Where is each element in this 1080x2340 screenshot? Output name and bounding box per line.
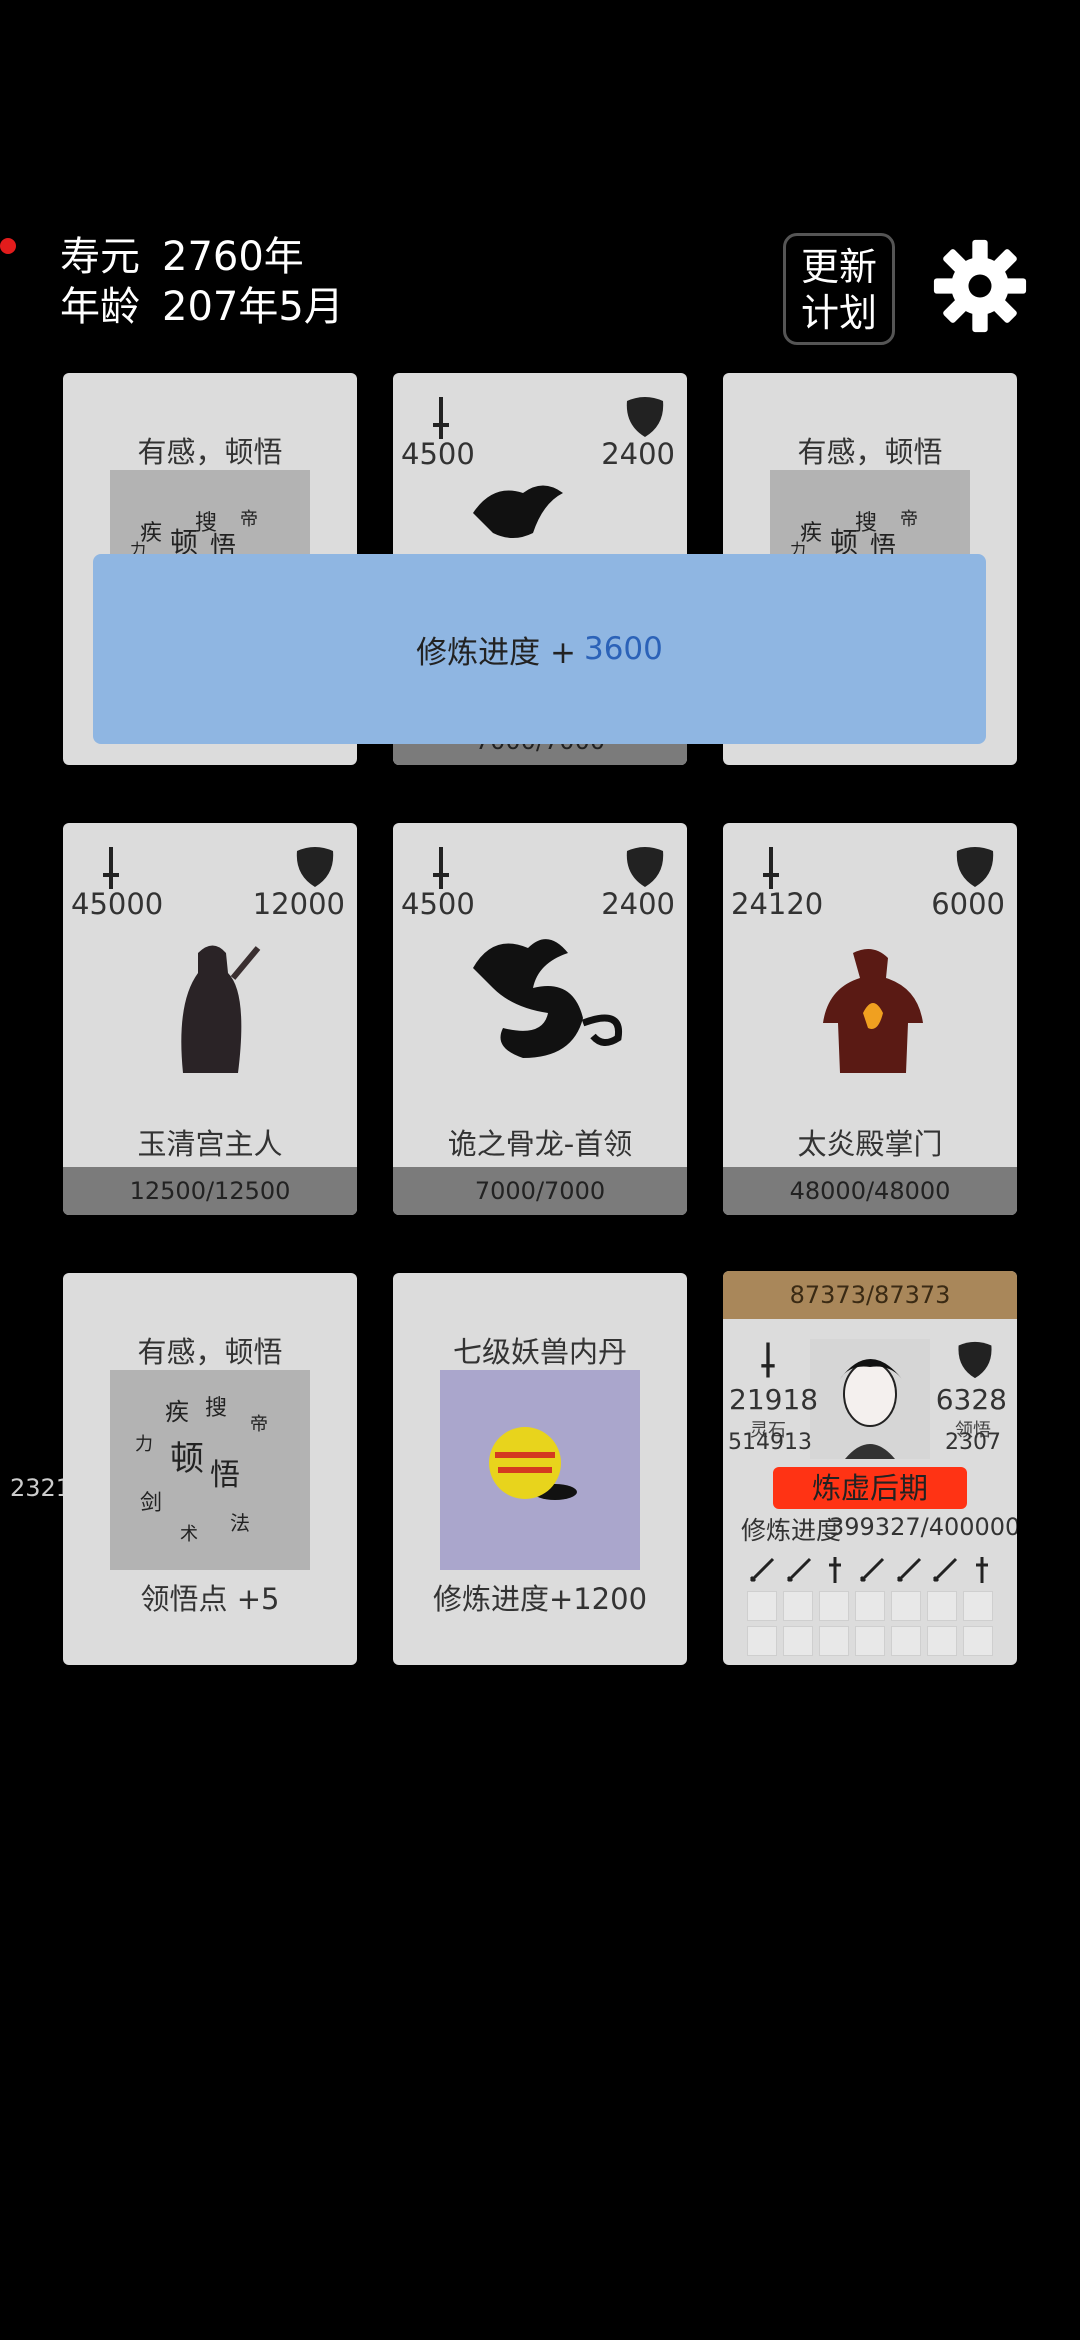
- weapon-row: [747, 1555, 997, 1585]
- card-hp-bar: 48000/48000: [723, 1167, 1017, 1215]
- inventory-slot[interactable]: [891, 1591, 921, 1621]
- inventory-slot[interactable]: [783, 1626, 813, 1656]
- svg-text:力: 力: [135, 1434, 153, 1455]
- weapon-icon[interactable]: [820, 1555, 850, 1585]
- svg-text:顿: 顿: [170, 1439, 204, 1479]
- shield-icon: [958, 1341, 992, 1379]
- enemy-name: 玉清宫主人: [137, 1127, 283, 1161]
- card-caption: 领悟点 +5: [140, 1582, 280, 1616]
- inventory-slot[interactable]: [783, 1591, 813, 1621]
- card-insight-3[interactable]: 有感，顿悟 疾搜帝 顿悟 力 剑法术 领悟点 +5: [63, 1273, 357, 1665]
- attack-value: 4500: [401, 887, 475, 921]
- defense-value: 2400: [601, 887, 675, 921]
- spirit-stone-value: 514913: [728, 1430, 812, 1455]
- inventory-slot[interactable]: [963, 1626, 993, 1656]
- calligraphy-icon: 疾搜帝 顿悟 力 剑法术: [110, 1370, 310, 1570]
- player-card[interactable]: 87373/87373 21918 6328 灵石 514913 领悟 2307…: [723, 1271, 1017, 1665]
- shield-icon: [956, 847, 994, 887]
- sword-icon: [433, 847, 449, 889]
- update-plan-line1: 更新: [800, 245, 877, 289]
- svg-text:法: 法: [230, 1511, 250, 1535]
- progress-popup: 修炼进度 +3600: [93, 554, 986, 744]
- popup-value: 3600: [583, 631, 663, 667]
- defense-value: 6000: [931, 887, 1005, 921]
- progress-value: 399327/400000: [829, 1513, 1017, 1541]
- flame-demon-portrait: [823, 949, 923, 1073]
- svg-text:疾: 疾: [165, 1398, 189, 1426]
- update-plan-line2: 计划: [800, 291, 877, 335]
- card-hp-bar: 7000/7000: [393, 1167, 687, 1215]
- card-hp-bar: 12500/12500: [63, 1167, 357, 1215]
- card-beast-core[interactable]: 七级妖兽内丹 修炼进度+1200: [393, 1273, 687, 1665]
- weapon-icon[interactable]: [930, 1555, 960, 1585]
- realm-badge: 炼虚后期: [773, 1467, 967, 1509]
- notification-dot: [0, 238, 16, 254]
- lifespan-value: 2760年: [162, 234, 304, 280]
- figure-portrait: [181, 945, 261, 1073]
- popup-label: 修炼进度 +: [416, 634, 576, 671]
- update-plan-button[interactable]: 更新 计划: [783, 233, 895, 345]
- shield-icon: [626, 847, 664, 887]
- player-hp-bar: 87373/87373: [723, 1271, 1017, 1319]
- weapon-icon[interactable]: [894, 1555, 924, 1585]
- age-value: 207年5月: [162, 284, 344, 330]
- weapon-icon[interactable]: [857, 1555, 887, 1585]
- sword-icon: [433, 397, 449, 439]
- svg-text:帝: 帝: [900, 509, 918, 530]
- lifespan-label: 寿元: [60, 234, 140, 280]
- card-title: 有感，顿悟: [137, 435, 283, 469]
- player-attack: 21918: [729, 1383, 819, 1416]
- attack-value: 4500: [401, 437, 475, 471]
- progress-label: 修炼进度: [741, 1516, 842, 1545]
- inventory-slot[interactable]: [855, 1626, 885, 1656]
- player-defense: 6328: [935, 1383, 1007, 1416]
- weapon-icon[interactable]: [747, 1555, 777, 1585]
- card-caption: 修炼进度+1200: [432, 1582, 648, 1616]
- beast-core-icon: [440, 1370, 640, 1570]
- sword-icon: [761, 1342, 775, 1378]
- svg-text:帝: 帝: [240, 509, 258, 530]
- defense-value: 12000: [252, 887, 345, 921]
- svg-text:帝: 帝: [250, 1414, 268, 1435]
- shield-icon: [626, 397, 664, 437]
- enemy-name: 太炎殿掌门: [797, 1127, 943, 1161]
- age-label: 年龄: [60, 284, 140, 330]
- sword-icon: [763, 847, 779, 889]
- dragon-icon: [473, 485, 563, 538]
- inventory-slot[interactable]: [747, 1591, 777, 1621]
- inventory-slot[interactable]: [819, 1591, 849, 1621]
- card-enemy-taiyan[interactable]: 24120 6000 太炎殿掌门 48000/48000: [723, 823, 1017, 1215]
- inventory-slot[interactable]: [963, 1591, 993, 1621]
- weapon-icon[interactable]: [784, 1555, 814, 1585]
- inventory-slot[interactable]: [747, 1626, 777, 1656]
- inventory-slot[interactable]: [891, 1626, 921, 1656]
- insight-value: 2307: [945, 1430, 1001, 1455]
- card-title: 七级妖兽内丹: [452, 1335, 627, 1369]
- status-panel: 寿元 2760年 年龄 207年5月: [60, 232, 344, 332]
- inventory-slot[interactable]: [927, 1626, 957, 1656]
- svg-text:剑: 剑: [140, 1491, 162, 1516]
- sword-icon: [103, 847, 119, 889]
- shield-icon: [296, 847, 334, 887]
- gear-icon[interactable]: [932, 238, 1028, 334]
- svg-text:搜: 搜: [205, 1396, 227, 1421]
- card-enemy-bone-dragon[interactable]: 4500 2400 诡之骨龙-首领 7000/7000: [393, 823, 687, 1215]
- side-number: 2321: [10, 1474, 72, 1502]
- card-title: 有感，顿悟: [797, 435, 943, 469]
- inventory-grid: [747, 1591, 997, 1656]
- svg-text:悟: 悟: [210, 1458, 240, 1493]
- inventory-slot[interactable]: [855, 1591, 885, 1621]
- card-enemy-yuqing[interactable]: 45000 12000 玉清宫主人 12500/12500: [63, 823, 357, 1215]
- attack-value: 24120: [731, 887, 824, 921]
- inventory-slot[interactable]: [927, 1591, 957, 1621]
- player-avatar: [810, 1339, 930, 1459]
- dragon-icon: [473, 939, 623, 1058]
- card-title: 有感，顿悟: [137, 1335, 283, 1369]
- weapon-icon[interactable]: [967, 1555, 997, 1585]
- inventory-slot[interactable]: [819, 1626, 849, 1656]
- svg-text:术: 术: [180, 1524, 198, 1545]
- attack-value: 45000: [71, 887, 164, 921]
- defense-value: 2400: [601, 437, 675, 471]
- enemy-name: 诡之骨龙-首领: [447, 1127, 633, 1161]
